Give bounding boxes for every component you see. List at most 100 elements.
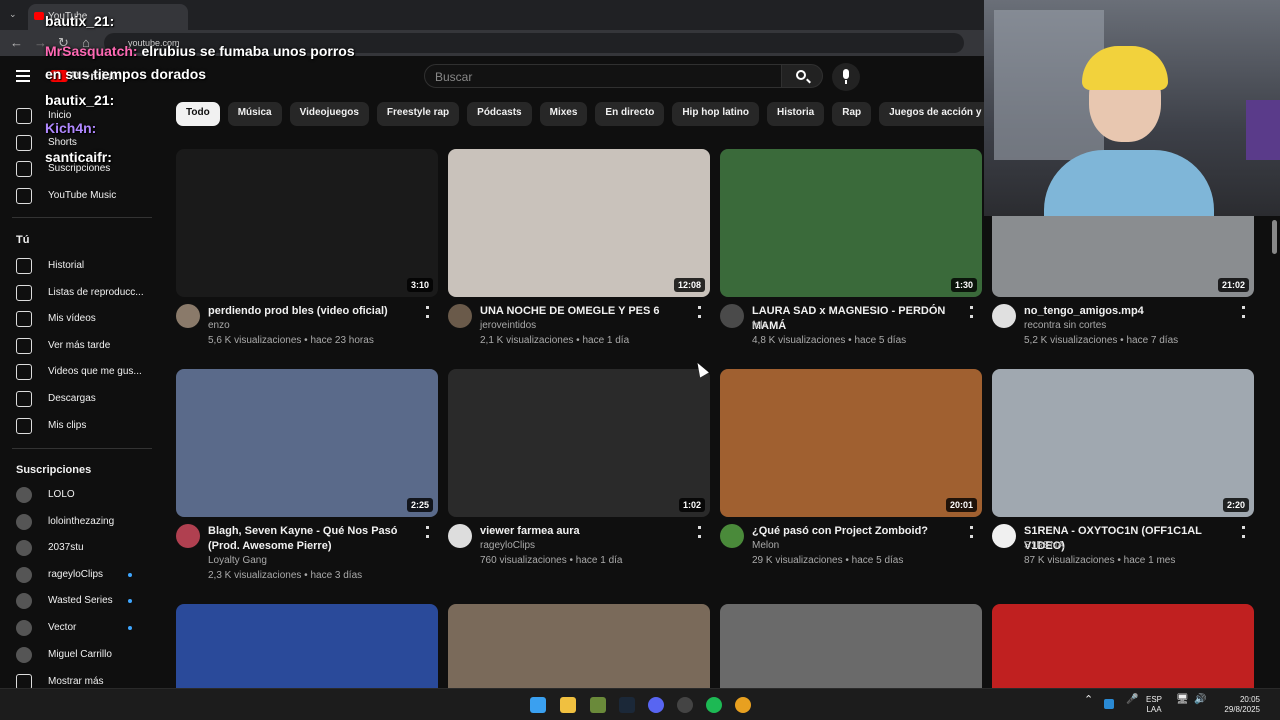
more-options-icon[interactable]: [426, 306, 429, 318]
search-input[interactable]: Buscar: [424, 64, 782, 88]
channel-avatar[interactable]: [448, 524, 472, 548]
more-options-icon[interactable]: [698, 306, 701, 318]
video-channel[interactable]: recontra sin cortes: [1024, 320, 1106, 331]
volume-icon[interactable]: 🔊: [1194, 695, 1206, 705]
channel-avatar[interactable]: [176, 304, 200, 328]
network-icon[interactable]: 🖥: [1176, 695, 1189, 705]
filter-chip[interactable]: Hip hop latino: [672, 102, 759, 126]
steam-icon[interactable]: [619, 697, 635, 713]
more-options-icon[interactable]: [698, 526, 701, 538]
video-thumbnail[interactable]: 12:08: [448, 149, 710, 297]
filter-chip[interactable]: Freestyle rap: [376, 102, 460, 126]
minecraft-icon[interactable]: [590, 697, 606, 713]
video-duration: 21:02: [1217, 278, 1249, 292]
scrollbar-thumb[interactable]: [1272, 220, 1277, 254]
clock[interactable]: 20:05 29/8/2025: [1212, 695, 1260, 715]
more-options-icon[interactable]: [1242, 526, 1245, 538]
sidebar-item-you[interactable]: Videos que me gus...: [0, 359, 152, 385]
sidebar-you-header[interactable]: Tú: [16, 234, 29, 246]
video-channel[interactable]: jeroveintidos: [480, 320, 536, 331]
video-channel[interactable]: S1RENA: [1024, 540, 1064, 551]
windows-start-icon[interactable]: [530, 697, 546, 713]
channel-avatar[interactable]: [176, 524, 200, 548]
obs-icon[interactable]: [677, 697, 693, 713]
video-channel[interactable]: felx: [752, 320, 768, 331]
video-channel[interactable]: enzo: [208, 320, 230, 331]
video-title[interactable]: LAURA SAD x MAGNESIO - PERDÓN MAMÁ: [752, 304, 964, 334]
back-icon[interactable]: ←: [10, 35, 23, 50]
filter-chip[interactable]: Mixes: [539, 102, 588, 126]
tray-chevron-icon[interactable]: ⌃: [1084, 695, 1093, 706]
channel-avatar[interactable]: [720, 524, 744, 548]
video-title[interactable]: perdiendo prod bles (video oficial): [208, 304, 420, 319]
sidebar-item-you[interactable]: Historial: [0, 253, 152, 279]
channel-avatar[interactable]: [448, 304, 472, 328]
chat-text: elrubius se fumaba unos porros: [137, 43, 355, 59]
video-channel[interactable]: Melon: [752, 540, 779, 551]
video-thumbnail[interactable]: 20:01: [720, 369, 982, 517]
video-title[interactable]: ¿Qué pasó con Project Zomboid?: [752, 524, 964, 539]
channel-avatar[interactable]: [992, 304, 1016, 328]
keyboard-layout: LAA: [1146, 705, 1162, 714]
channel-avatar[interactable]: [992, 524, 1016, 548]
file-explorer-icon[interactable]: [560, 697, 576, 713]
video-duration: 2:20: [1222, 498, 1249, 512]
sidebar-item-subscription[interactable]: LOLO: [0, 482, 152, 508]
sidebar-item-youtube-music[interactable]: YouTube Music: [0, 183, 152, 209]
video-metadata: 5,6 K visualizaciones • hace 23 horas: [208, 335, 374, 346]
search-button[interactable]: [781, 64, 823, 88]
filter-chip[interactable]: Rap: [832, 102, 872, 126]
sidebar-item-you[interactable]: Mis clips: [0, 413, 152, 439]
sidebar-item-label: 2037stu: [48, 542, 84, 554]
more-options-icon[interactable]: [1242, 306, 1245, 318]
video-title[interactable]: Blagh, Seven Kayne - Qué Nos Pasó (Prod.…: [208, 524, 420, 554]
video-thumbnail[interactable]: 1:30: [720, 149, 982, 297]
video-title[interactable]: viewer farmea aura: [480, 524, 692, 539]
video-thumbnail[interactable]: 3:10: [176, 149, 438, 297]
channel-avatar: [16, 593, 32, 610]
more-options-icon[interactable]: [970, 306, 973, 318]
discord-icon[interactable]: [648, 697, 664, 713]
chrome-icon[interactable]: [735, 697, 751, 713]
filter-chip[interactable]: Videojuegos: [289, 102, 369, 126]
sidebar-item-you[interactable]: Descargas: [0, 386, 152, 412]
sidebar-subscriptions-header[interactable]: Suscripciones: [16, 464, 91, 476]
streamer-beanie: [1082, 46, 1168, 90]
more-options-icon[interactable]: [426, 526, 429, 538]
filter-chip[interactable]: Pódcasts: [467, 102, 532, 126]
video-thumbnail[interactable]: 2:20: [992, 369, 1254, 517]
sidebar: Inicio Shorts Suscripciones YouTube Music Tú…: [0, 96, 152, 696]
sidebar-item-you[interactable]: Listas de reproducc...: [0, 280, 152, 306]
tab-search-icon[interactable]: ⌄: [9, 9, 17, 20]
voice-search-icon[interactable]: [832, 63, 860, 91]
spotify-icon[interactable]: [706, 697, 722, 713]
channel-avatar: [16, 487, 32, 503]
channel-avatar[interactable]: [720, 304, 744, 328]
filter-chip[interactable]: Historia: [766, 102, 825, 126]
sidebar-item-subscription[interactable]: Miguel Carrillo: [0, 642, 152, 668]
page-scrollbar[interactable]: [1270, 216, 1280, 688]
sidebar-item-subscription[interactable]: lolointhezazing: [0, 509, 152, 535]
security-tray-icon[interactable]: [1104, 699, 1114, 709]
video-thumbnail[interactable]: 2:25: [176, 369, 438, 517]
more-options-icon[interactable]: [970, 526, 973, 538]
filter-chip[interactable]: Música: [227, 102, 282, 126]
language-indicator[interactable]: ESP LAA: [1146, 695, 1162, 715]
sidebar-item-you[interactable]: Ver más tarde: [0, 333, 152, 359]
menu-icon[interactable]: [16, 70, 30, 82]
video-thumbnail[interactable]: 1:02: [448, 369, 710, 517]
sidebar-item-you[interactable]: Mis vídeos: [0, 306, 152, 332]
sidebar-item-subscription[interactable]: Vector: [0, 615, 152, 641]
sidebar-item-subscription[interactable]: rageyloClips: [0, 562, 152, 588]
mic-tray-icon[interactable]: 🎤: [1126, 695, 1138, 705]
video-title[interactable]: UNA NOCHE DE OMEGLE Y PES 6: [480, 304, 692, 319]
filter-chip[interactable]: Juegos de acción y aventuras: [879, 102, 984, 126]
sidebar-item-subscription[interactable]: 2037stu: [0, 535, 152, 561]
filter-chip[interactable]: Todo: [176, 102, 220, 126]
video-title[interactable]: no_tengo_amigos.mp4: [1024, 304, 1236, 319]
sidebar-icon: [16, 364, 32, 381]
video-channel[interactable]: rageyloClips: [480, 540, 535, 551]
sidebar-item-subscription[interactable]: Wasted Series: [0, 588, 152, 614]
filter-chip[interactable]: En directo: [595, 102, 665, 126]
video-channel[interactable]: Loyalty Gang: [208, 555, 267, 566]
